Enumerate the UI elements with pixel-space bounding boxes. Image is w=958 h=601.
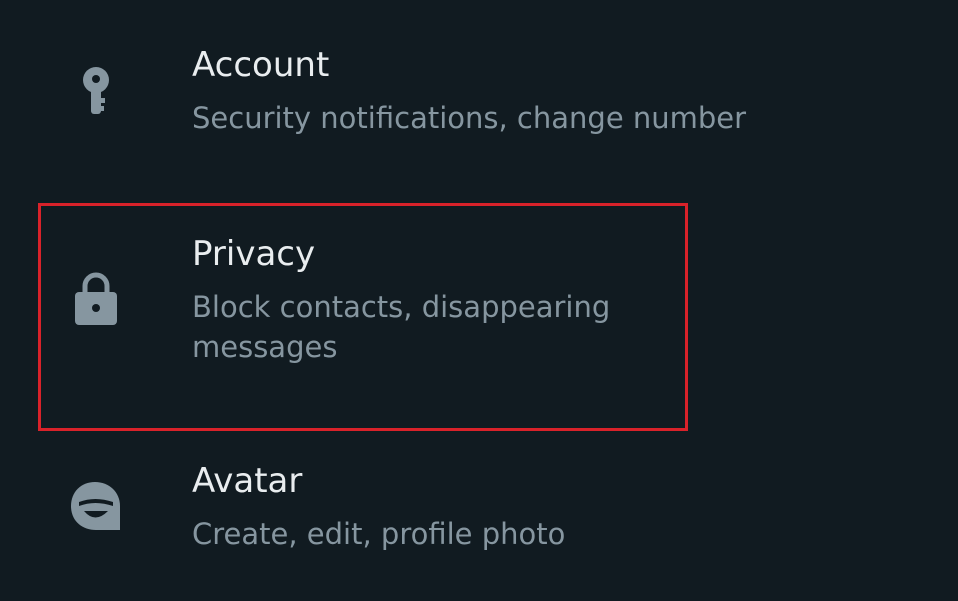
settings-item-avatar[interactable]: Avatar Create, edit, profile photo xyxy=(0,448,958,588)
key-icon xyxy=(66,60,126,120)
settings-item-account[interactable]: Account Security notifications, change n… xyxy=(0,30,958,180)
settings-item-title: Privacy xyxy=(192,234,316,274)
settings-item-subtitle: Security notifications, change number xyxy=(192,101,747,135)
settings-item-title: Avatar xyxy=(192,461,303,501)
avatar-icon xyxy=(66,476,126,536)
lock-icon xyxy=(66,267,126,327)
settings-list: Account Security notifications, change n… xyxy=(0,0,958,601)
settings-item-subtitle: Create, edit, profile photo xyxy=(192,517,566,551)
settings-item-subtitle: Block contacts, disappearing messages xyxy=(192,290,611,364)
settings-item-title: Account xyxy=(192,45,330,85)
settings-item-privacy[interactable]: Privacy Block contacts, disappearing mes… xyxy=(0,215,958,425)
